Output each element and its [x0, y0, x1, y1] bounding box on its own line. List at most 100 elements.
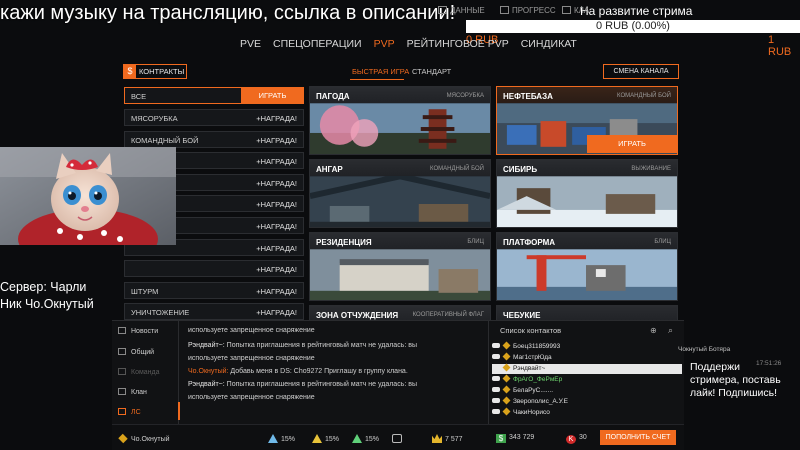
- contact-item[interactable]: Зверополис_А.У.Е: [492, 396, 568, 407]
- data-icon: [438, 6, 447, 14]
- search-icon[interactable]: ⌕: [668, 325, 673, 336]
- stat-boost-2: 15%: [312, 434, 339, 443]
- rank-icon: [118, 433, 128, 444]
- boost-icon: [268, 434, 278, 443]
- chat-text: используете запрещенное снаряжение: [188, 394, 315, 401]
- streamer-server: Сервер: Чарли: [0, 280, 87, 294]
- mode-row[interactable]: +НАГРАДА!: [124, 260, 304, 278]
- topmenu-data[interactable]: ДАННЫЕ: [438, 6, 485, 15]
- player-nick[interactable]: Чо.Окнутый: [118, 433, 170, 444]
- status-toggle-icon: [492, 409, 500, 414]
- mode-row-reward: +НАГРАДА!: [256, 243, 297, 253]
- map-preview-image: [310, 176, 490, 227]
- mode-row-reward: +НАГРАДА!: [256, 222, 297, 231]
- contact-name: Зверополис_А.У.Е: [513, 398, 568, 405]
- topmenu-clans[interactable]: КЛА: [562, 6, 589, 15]
- map-card[interactable]: СИБИРЬ ВЫЖИВАНИЕ: [496, 159, 678, 228]
- chat-tab-news[interactable]: Новости: [118, 327, 158, 335]
- mode-row[interactable]: УНИЧТОЖЕНИЕ +НАГРАДА!: [124, 303, 304, 321]
- tab-syndicate[interactable]: СИНДИКАТ: [521, 38, 577, 54]
- map-name: ЧЕБУКИЕ: [503, 311, 541, 320]
- contact-item[interactable]: Маг1стрЮда: [492, 352, 552, 363]
- topmenu-progress-label: ПРОГРЕСС: [512, 6, 556, 15]
- rank-icon: [502, 407, 511, 416]
- rank-icon: [502, 374, 511, 383]
- map-card[interactable]: АНГАР КОМАНДНЫЙ БОЙ: [309, 159, 491, 228]
- contact-item[interactable]: ФрАгО_ФеРмЕр: [492, 374, 563, 385]
- chat-tab-general[interactable]: Общий: [118, 348, 154, 356]
- change-channel-button[interactable]: СМЕНА КАНАЛА: [603, 64, 679, 79]
- contact-name: БелаРуС.......: [513, 387, 553, 394]
- contact-name: Боец311859993: [513, 343, 561, 350]
- topup-button[interactable]: ПОПОЛНИТЬ СЧЕТ: [600, 430, 676, 445]
- crown-icon: [432, 434, 442, 443]
- tab-spec-ops[interactable]: СПЕЦОПЕРАЦИИ: [273, 38, 362, 54]
- clan-icon: [118, 388, 126, 395]
- contact-name: Маг1стрЮда: [513, 354, 552, 361]
- contracts-label: КОНТРАКТЫ: [139, 67, 185, 76]
- contact-item[interactable]: Боец311859993: [492, 341, 561, 352]
- mode-row[interactable]: ШТУРМ +НАГРАДА!: [124, 281, 304, 299]
- notification-user: Чокнутый Ботяра: [678, 346, 731, 353]
- subtab-quick-game[interactable]: БЫСТРАЯ ИГРА: [352, 67, 409, 76]
- map-card[interactable]: ПАГОДА МЯСОРУБКА: [309, 86, 491, 155]
- map-card[interactable]: НЕФТЕБАЗА КОМАНДНЫЙ БОЙ ИГРАТЬ: [496, 86, 678, 155]
- chat-text: Попытка приглашения в рейтинговый матч н…: [224, 342, 417, 349]
- kredit-icon: K: [566, 435, 576, 444]
- chat-tab-label: Общий: [131, 349, 155, 356]
- money-icon: $: [496, 434, 506, 443]
- map-card[interactable]: РЕЗИДЕНЦИЯ БЛИЦ: [309, 232, 491, 301]
- subtab-standard[interactable]: СТАНДАРТ: [412, 67, 451, 76]
- map-card[interactable]: ПЛАТФОРМА БЛИЦ: [496, 232, 678, 301]
- add-contact-icon[interactable]: ⊕: [650, 326, 657, 335]
- map-name: РЕЗИДЕНЦИЯ: [316, 238, 372, 247]
- chat-tab-dm[interactable]: ЛС: [118, 408, 141, 416]
- topmenu-progress[interactable]: ПРОГРЕСС: [500, 6, 556, 15]
- map-name: ЗОНА ОТЧУЖДЕНИЯ: [316, 311, 399, 320]
- map-name: ПАГОДА: [316, 92, 350, 101]
- map-mode: КОМАНДНЫЙ БОЙ: [617, 93, 671, 99]
- contact-item[interactable]: Рэндвайт~: [492, 363, 682, 374]
- tab-ranked-pvp[interactable]: РЕЙТИНГОВОЕ PVP: [407, 38, 509, 54]
- mode-row[interactable]: КОМАНДНЫЙ БОЙ +НАГРАДА!: [124, 130, 304, 148]
- chat-message: используете запрещенное снаряжение: [188, 394, 315, 401]
- status-toggle-icon: [492, 354, 500, 359]
- chat-tab-clan[interactable]: Клан: [118, 388, 147, 396]
- contact-item[interactable]: ЧакиНорисо: [492, 407, 550, 418]
- status-toggle-icon: [492, 387, 500, 392]
- crowns: 7 577: [432, 434, 463, 443]
- money-value: 343 729: [509, 434, 535, 441]
- tab-pvp[interactable]: PVP: [374, 38, 395, 54]
- play-button[interactable]: ИГРАТЬ: [241, 87, 304, 104]
- map-mode: КОМАНДНЫЙ БОЙ: [430, 166, 484, 172]
- chat-author[interactable]: Чо.Окнутый:: [188, 368, 228, 375]
- chat-active-indicator: [178, 402, 180, 420]
- mode-row-reward: +НАГРАДА!: [256, 200, 297, 210]
- person-icon: [118, 408, 126, 415]
- chat-text: Добавь меня в DS: Cho9272 Приглашу в гру…: [228, 368, 408, 375]
- chat-author[interactable]: Рэндвайт~:: [188, 342, 225, 349]
- contacts-title: Список контактов: [500, 326, 562, 335]
- chat-author[interactable]: Рэндвайт~:: [188, 381, 225, 388]
- news-icon: [118, 327, 126, 334]
- crowns-value: 7 577: [445, 436, 463, 443]
- stat-value: 15%: [365, 436, 380, 443]
- mode-row[interactable]: МЯСОРУБКА +НАГРАДА!: [124, 109, 304, 126]
- map-name: СИБИРЬ: [503, 165, 538, 174]
- map-preview-image: [310, 103, 490, 154]
- rank-icon: [502, 396, 511, 405]
- progress-icon: [500, 6, 509, 14]
- chat-tab-label: Новости: [131, 328, 159, 335]
- tab-pve[interactable]: PVE: [240, 38, 261, 54]
- map-play-button[interactable]: ИГРАТЬ: [587, 135, 677, 153]
- contracts-button[interactable]: $ КОНТРАКТЫ: [123, 64, 187, 79]
- map-mode: БЛИЦ: [467, 239, 484, 245]
- chat-tab-team[interactable]: Команда: [118, 368, 160, 376]
- mode-row-label: УНИЧТОЖЕНИЕ: [131, 308, 190, 318]
- status-toggle-icon: [492, 398, 500, 403]
- kredits: K 30: [566, 434, 587, 444]
- armor-icon: [392, 434, 405, 443]
- contact-name: ФрАгО_ФеРмЕр: [513, 376, 563, 383]
- boost-icon: [312, 434, 322, 443]
- contact-item[interactable]: БелаРуС.......: [492, 385, 553, 396]
